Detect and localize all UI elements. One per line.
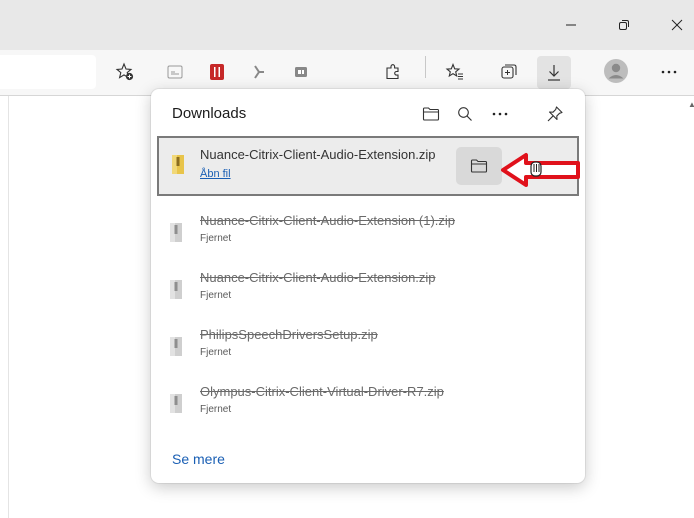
- zip-file-icon: [170, 337, 182, 356]
- download-item[interactable]: Nuance-Citrix-Client-Audio-Extension.zip…: [157, 261, 579, 317]
- arrow-extension-button[interactable]: [244, 57, 274, 87]
- open-downloads-folder-button[interactable]: [418, 101, 444, 127]
- office-extension-button[interactable]: [202, 57, 232, 87]
- favorites-icon: [445, 63, 463, 80]
- office-icon: [210, 64, 224, 80]
- see-more-link[interactable]: Se mere: [172, 451, 225, 467]
- more-icon: [492, 112, 508, 116]
- favorite-add-icon: [115, 62, 134, 81]
- downloads-button[interactable]: [537, 56, 571, 89]
- toolbar-separator: [425, 56, 426, 78]
- add-favorite-button[interactable]: [110, 57, 140, 87]
- download-status: Fjernet: [200, 290, 232, 301]
- download-item[interactable]: Olympus-Citrix-Client-Virtual-Driver-R7.…: [157, 375, 579, 431]
- pin-panel-button[interactable]: [542, 101, 568, 127]
- search-downloads-button[interactable]: [452, 101, 478, 127]
- download-file-name: Nuance-Citrix-Client-Audio-Extension (1)…: [200, 213, 456, 228]
- address-bar[interactable]: [0, 55, 96, 89]
- close-icon: [671, 19, 683, 31]
- collections-icon: [501, 64, 517, 79]
- download-file-name: Nuance-Citrix-Client-Audio-Extension.zip: [200, 270, 436, 285]
- profile-button[interactable]: [601, 56, 631, 86]
- minimize-button[interactable]: [556, 12, 586, 38]
- profile-icon: [604, 59, 628, 83]
- show-in-folder-button[interactable]: [456, 147, 502, 185]
- download-file-name: Olympus-Citrix-Client-Virtual-Driver-R7.…: [200, 384, 444, 399]
- zip-file-icon: [170, 280, 182, 299]
- scroll-up-icon[interactable]: ▲: [688, 100, 694, 109]
- minimize-icon: [566, 24, 576, 26]
- restore-icon: [619, 20, 629, 30]
- downloads-panel: Downloads Nuance-Citrix-Client-Audio-Ext…: [151, 89, 585, 483]
- tracking-icon: [295, 67, 307, 77]
- restore-button[interactable]: [609, 12, 639, 38]
- extension-arrow-icon: [254, 65, 264, 79]
- zip-file-icon: [170, 223, 182, 242]
- close-button[interactable]: [662, 12, 692, 38]
- hand-cursor-icon: [530, 161, 542, 177]
- extensions-button[interactable]: [378, 57, 408, 87]
- download-item[interactable]: PhilipsSpeechDriversSetup.zip Fjernet: [157, 318, 579, 374]
- download-status: Fjernet: [200, 347, 232, 358]
- download-status: Fjernet: [200, 233, 232, 244]
- folder-icon: [470, 159, 488, 173]
- favorites-button[interactable]: [440, 57, 470, 87]
- zip-file-icon: [172, 155, 184, 174]
- pin-icon: [547, 106, 563, 122]
- reader-button[interactable]: [160, 57, 190, 87]
- downloads-more-options-button[interactable]: [487, 101, 513, 127]
- collections-button[interactable]: [494, 57, 524, 87]
- panel-title: Downloads: [172, 105, 247, 122]
- extensions-icon: [386, 64, 399, 80]
- content-divider: [8, 96, 9, 518]
- more-icon: [661, 70, 677, 74]
- download-file-name[interactable]: Nuance-Citrix-Client-Audio-Extension.zip: [200, 147, 452, 162]
- downloads-icon: [548, 64, 560, 81]
- tracking-extension-button[interactable]: [286, 57, 316, 87]
- download-file-name: PhilipsSpeechDriversSetup.zip: [200, 327, 378, 342]
- settings-more-button[interactable]: [654, 57, 684, 87]
- annotation-arrow-icon: [501, 153, 580, 187]
- title-bar: [0, 0, 694, 50]
- search-icon: [458, 107, 472, 121]
- reader-icon: [167, 65, 183, 79]
- download-item[interactable]: Nuance-Citrix-Client-Audio-Extension (1)…: [157, 204, 579, 260]
- zip-file-icon: [170, 394, 182, 413]
- download-status: Fjernet: [200, 404, 232, 415]
- open-file-link[interactable]: Åbn fil: [200, 168, 231, 180]
- open-folder-icon: [422, 107, 440, 121]
